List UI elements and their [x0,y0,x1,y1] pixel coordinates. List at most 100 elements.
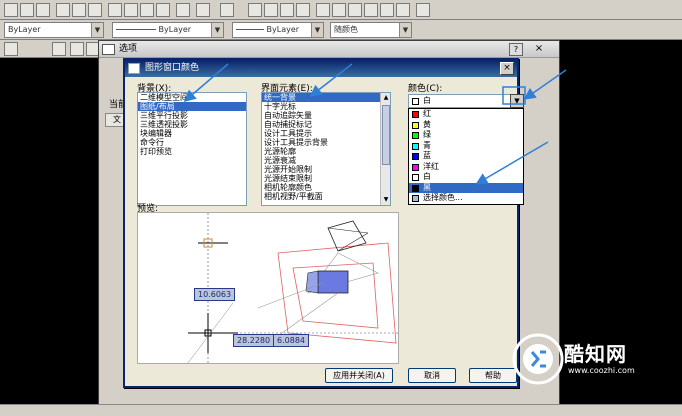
interface-element-item[interactable]: 设计工具提示背景 [262,138,380,147]
context-list-item[interactable]: 块编辑器 [138,129,246,138]
interface-element-item[interactable]: 相机轮廓颜色 [262,183,380,192]
pan-icon[interactable] [248,3,262,17]
context-list-item[interactable]: 三维透视投影 [138,120,246,129]
chevron-down-icon[interactable]: ▼ [399,23,411,37]
match-properties-icon[interactable] [156,3,170,17]
element-list-scrollbar[interactable]: ▲ ▼ [380,93,390,205]
interface-element-item[interactable]: 自动捕捉标记 [262,120,380,129]
zoom-realtime-icon[interactable] [264,3,278,17]
color-label: 颜色(C): [408,84,443,94]
color-dropdown-list[interactable]: 红黄绿青蓝洋红白黑选择颜色... [408,108,524,205]
zoom-window-icon[interactable] [280,3,294,17]
interface-element-item[interactable]: 光源轮廓 [262,147,380,156]
zoom-previous-icon[interactable] [296,3,310,17]
design-center-icon[interactable] [332,3,346,17]
interface-element-item[interactable]: 相机视野/平截面 [262,192,380,201]
context-list-item[interactable]: 三维平行投影 [138,111,246,120]
tool-palette-icon[interactable] [348,3,362,17]
print-icon[interactable] [56,3,70,17]
context-list-item[interactable]: 打印预览 [138,147,246,156]
scroll-down-icon[interactable]: ▼ [381,195,390,205]
color-option[interactable]: 黑 [409,182,523,193]
color-option-label: 绿 [423,130,431,139]
status-bar [0,404,682,416]
apply-close-button[interactable]: 应用并关闭(A) [325,368,393,383]
properties-icon[interactable] [316,3,330,17]
options-app-icon [102,44,115,55]
lineweight-combo[interactable]: ByLayer ▼ [232,22,324,38]
undo-icon[interactable] [196,3,210,17]
color-option-label: 洋红 [423,161,439,171]
color-swatch [412,174,419,181]
layer-manager-icon[interactable] [4,42,18,56]
block-editor-icon[interactable] [176,3,190,17]
scroll-thumb[interactable] [382,105,390,165]
drawing-window-colors-dialog: 图形窗口颜色 × 背景(X): 二维模型空间 图纸/布局 三维平行投影 三维透视投影块… [123,58,524,388]
color-option[interactable]: 红 [409,109,523,120]
chevron-down-icon[interactable]: ▼ [91,23,103,37]
layer-state-icon[interactable] [70,42,84,56]
interface-element-item[interactable]: 光源结束限制 [262,174,380,183]
layer-combo-value: ByLayer [8,25,41,34]
interface-element-item[interactable]: 自动追踪矢量 [262,111,380,120]
close-icon[interactable]: × [500,62,514,75]
context-list[interactable]: 二维模型空间 图纸/布局 三维平行投影 三维透视投影 块编辑器 命令行 打印预览 [137,92,247,206]
color-option[interactable]: 白 [409,172,523,183]
help-icon[interactable] [416,3,430,17]
close-icon[interactable]: × [531,43,547,56]
help-icon[interactable]: ? [509,43,523,56]
color-option[interactable]: 洋红 [409,162,523,173]
color-option[interactable]: 黄 [409,120,523,131]
interface-element-item[interactable]: 十字光标 [262,102,380,111]
interface-element-item[interactable]: 统一背景 [262,93,380,102]
interface-element-item[interactable]: 设计工具提示 [262,129,380,138]
color-option[interactable]: 选择颜色... [409,193,523,204]
cancel-button[interactable]: 取消 [408,368,456,383]
new-file-icon[interactable] [4,3,18,17]
color-dropdown[interactable]: 白 ▼ [408,94,524,108]
coordinate-z-tooltip: 6.0884 [273,334,309,347]
watermark-text: 酷知网 [564,342,627,366]
watermark-url: www.coozhi.com [568,366,635,375]
cut-icon[interactable] [108,3,122,17]
plot-style-combo[interactable]: 随颜色 ▼ [330,22,412,38]
color-option[interactable]: 蓝 [409,151,523,162]
color-option[interactable]: 绿 [409,130,523,141]
markup-icon[interactable] [380,3,394,17]
context-list-item[interactable]: 二维模型空间 [138,93,246,102]
color-option-label: 选择颜色... [423,193,463,202]
layer-combo[interactable]: ByLayer ▼ [4,22,104,38]
context-list-item[interactable]: 命令行 [138,138,246,147]
context-list-item[interactable]: 图纸/布局 [138,102,246,111]
standard-toolbar [0,0,682,20]
interface-element-list[interactable]: 统一背景 十字光标 自动追踪矢量 自动捕捉标记 设计工具提示 设计工具提示背景 光源轮廓 光源… [261,92,391,206]
redo-icon[interactable] [220,3,234,17]
layer-previous-icon[interactable] [52,42,66,56]
linetype-combo[interactable]: ByLayer ▼ [112,22,224,38]
sheet-set-icon[interactable] [364,3,378,17]
interface-element-item[interactable]: 光源开始限制 [262,165,380,174]
dialog-title: 图形窗口颜色 [145,63,200,73]
print-preview-icon[interactable] [72,3,86,17]
scroll-up-icon[interactable]: ▲ [381,93,390,103]
dialog-title-bar: 图形窗口颜色 [125,60,517,77]
watermark: 酷知网 www.coozhi.com [508,330,670,388]
options-title: 选项 [119,44,138,54]
copy-icon[interactable] [124,3,138,17]
coordinate-x-tooltip: 28.2280 [233,334,275,347]
calculator-icon[interactable] [396,3,410,17]
chevron-down-icon[interactable]: ▼ [211,23,223,37]
paste-icon[interactable] [140,3,154,17]
chevron-down-icon[interactable]: ▼ [311,23,323,37]
color-option-label: 蓝 [423,151,431,160]
color-option[interactable]: 青 [409,141,523,152]
publish-icon[interactable] [88,3,102,17]
coordinate-y-tooltip: 10.6063 [194,288,236,301]
interface-element-item[interactable]: 光源衰减 [262,156,380,165]
open-file-icon[interactable] [20,3,34,17]
save-icon[interactable] [36,3,50,17]
color-option-label: 白 [423,172,431,181]
chevron-down-icon[interactable]: ▼ [510,94,524,108]
color-swatch [412,132,419,139]
screen: ByLayer ▼ ByLayer ▼ ByLayer ▼ 随颜色 ▼ 选项 ? [0,0,682,416]
